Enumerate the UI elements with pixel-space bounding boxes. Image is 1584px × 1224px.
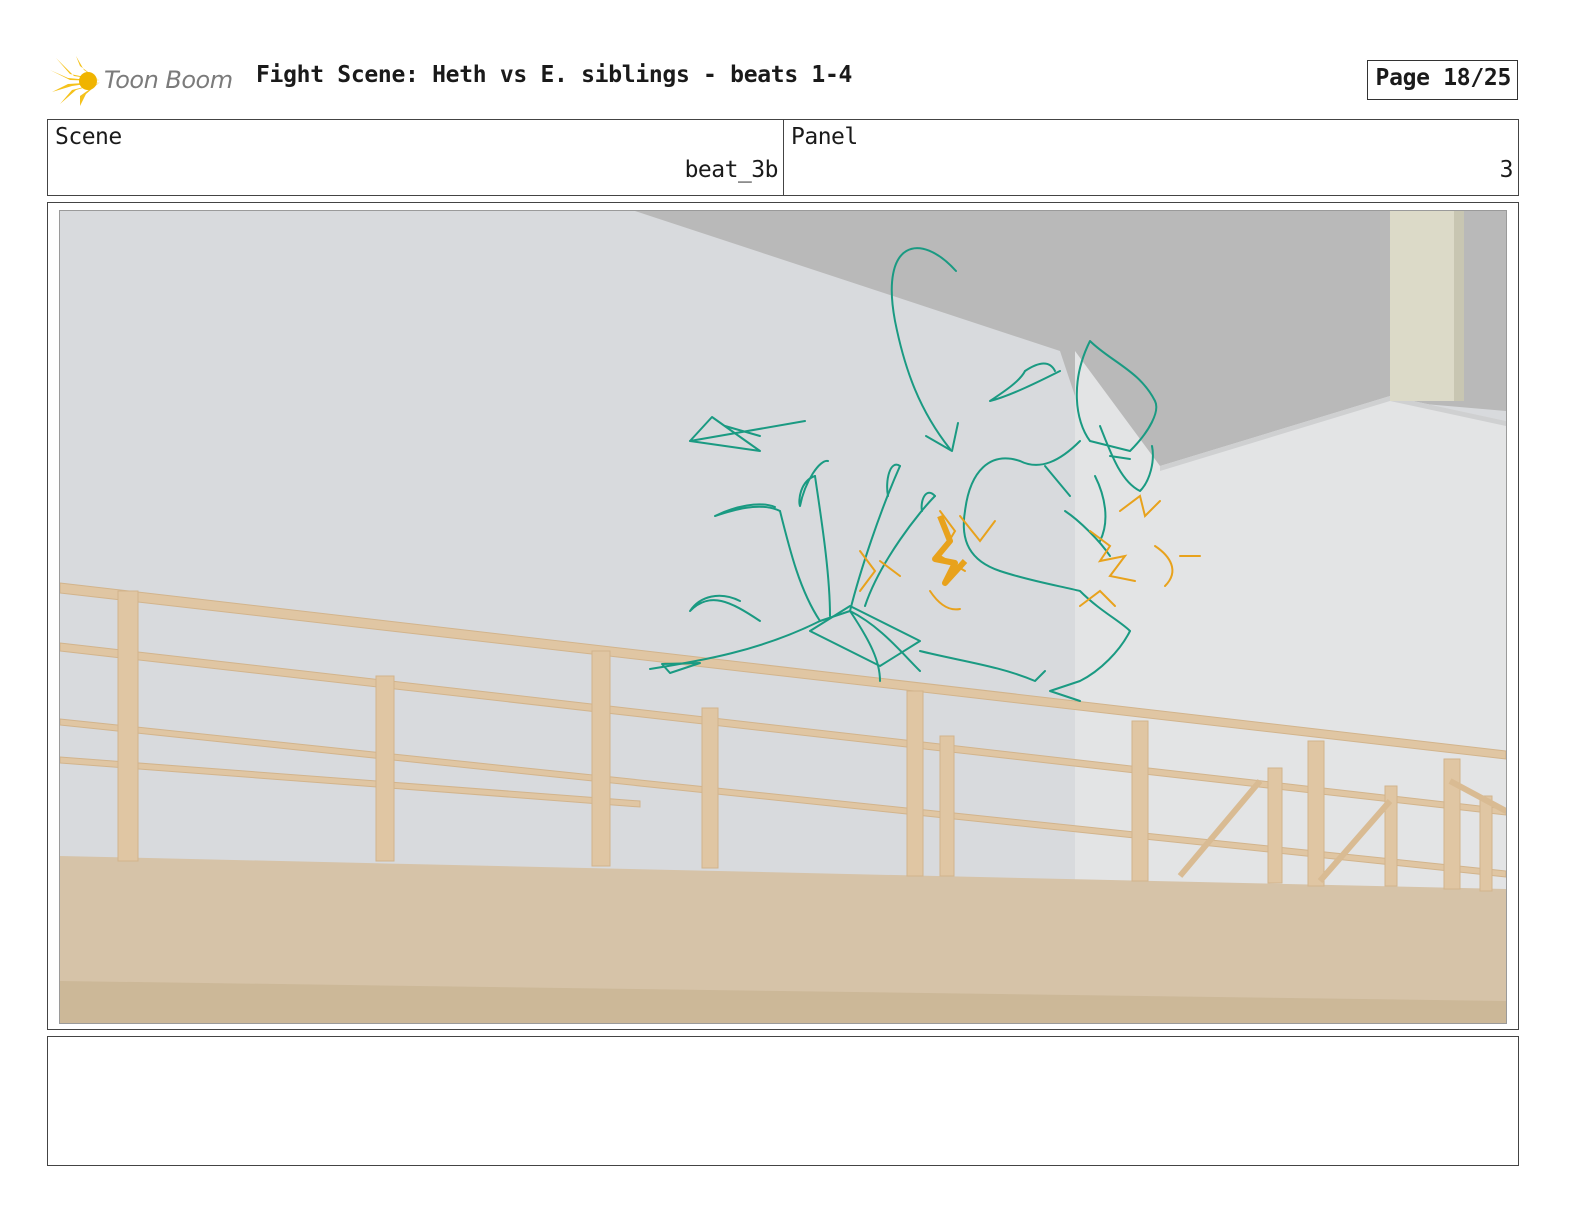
pillar-shade bbox=[1454, 211, 1464, 401]
storyboard-frame bbox=[47, 202, 1519, 1030]
panel-artwork bbox=[59, 210, 1507, 1024]
toon-boom-logo: Toon Boom bbox=[50, 54, 240, 108]
scene-value: beat_3b bbox=[684, 157, 779, 183]
panel-cell: Panel 3 bbox=[784, 120, 1518, 195]
scene-cell: Scene beat_3b bbox=[48, 120, 784, 195]
page-number: Page 18/25 bbox=[1375, 65, 1512, 91]
panel-info-table: Scene beat_3b Panel 3 bbox=[47, 119, 1519, 196]
scene-illustration bbox=[60, 211, 1506, 1023]
scene-label: Scene bbox=[55, 124, 122, 150]
panel-label: Panel bbox=[791, 124, 858, 150]
panel-value: 3 bbox=[1499, 157, 1514, 183]
notes-box bbox=[47, 1036, 1519, 1166]
logo-text: Toon Boom bbox=[104, 66, 233, 94]
document-title: Fight Scene: Heth vs E. siblings - beats… bbox=[256, 62, 853, 88]
starburst-icon bbox=[50, 56, 100, 106]
page-number-box: Page 18/25 bbox=[1367, 60, 1518, 100]
pillar bbox=[1390, 211, 1464, 401]
